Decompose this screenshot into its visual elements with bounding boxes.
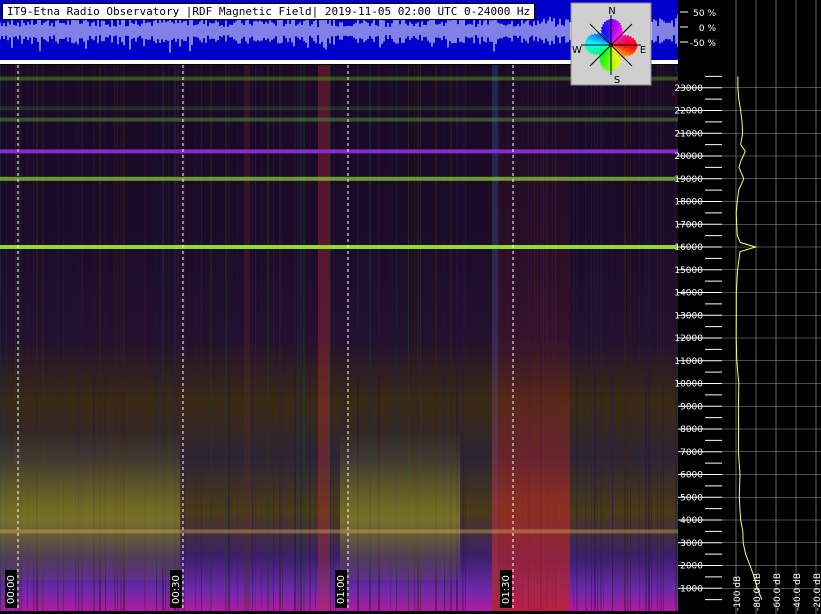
frequency-tick-label: 17000 — [674, 220, 703, 230]
spectrogram-band — [0, 529, 678, 534]
compass-north-label: N — [608, 6, 615, 17]
spectrogram-column — [576, 65, 578, 611]
spectrogram-band — [0, 245, 678, 249]
spectrogram-column — [597, 65, 598, 611]
frequency-tick-label: 20000 — [674, 152, 703, 162]
spectrogram-column — [273, 65, 274, 611]
spectrogram-column — [279, 65, 281, 611]
frequency-tick-label: 7000 — [680, 448, 703, 458]
x-tick-label: 01:00 — [336, 575, 347, 604]
spectrogram-column — [591, 65, 592, 611]
frequency-tick-label: 16000 — [674, 243, 703, 253]
frequency-tick-label: 22000 — [674, 107, 703, 117]
spectrogram-column — [660, 65, 662, 611]
frequency-tick-label: 19000 — [674, 175, 703, 185]
compass-west-label: W — [572, 45, 582, 56]
x-tick-label: 00:00 — [6, 575, 17, 604]
yellow-band-overlay-mid — [340, 430, 460, 580]
spectrogram-column — [297, 65, 299, 611]
amplitude-label-minus50: -50 % — [690, 39, 717, 49]
spectrogram-column — [252, 65, 253, 611]
spectrogram-column — [594, 65, 596, 611]
spectrogram-column — [225, 65, 227, 611]
spectrogram-column — [210, 65, 212, 611]
spectrogram-column — [309, 65, 311, 611]
frequency-tick-label: 4000 — [680, 516, 703, 526]
frequency-tick-label: 6000 — [680, 471, 703, 481]
compass-rose: N S W E — [570, 2, 652, 86]
spectrum-panel-background — [722, 0, 821, 614]
frequency-tick-label: 23000 — [674, 84, 703, 94]
spectrum-db-tick-label: -100 dB — [733, 576, 743, 611]
compass-east-label: E — [640, 45, 646, 56]
yellow-band-overlay-left — [0, 430, 180, 580]
spectrogram-column — [639, 65, 640, 611]
spectrogram-column — [603, 65, 604, 611]
spectrum-db-tick-label: -80.0 dB — [753, 573, 763, 611]
frequency-tick-label: 13000 — [674, 311, 703, 321]
frequency-tick-label: 5000 — [680, 493, 703, 503]
frequency-tick-label: 3000 — [680, 539, 703, 549]
spectrogram-column — [630, 65, 631, 611]
spectrogram-column — [228, 65, 230, 611]
spectrum-db-tick-label: -20.0 dB — [813, 573, 821, 611]
frequency-tick-label: 11000 — [674, 357, 703, 367]
spectrogram-column — [261, 65, 262, 611]
x-tick-label: 00:30 — [171, 575, 182, 604]
spectrogram-column — [195, 65, 196, 611]
spectrogram-column — [645, 65, 647, 611]
spectrogram-column — [300, 65, 302, 611]
chart-title: IT9-Etna Radio Observatory |RDF Magnetic… — [2, 3, 536, 20]
spectrum-db-tick-label: -40.0 dB — [793, 573, 803, 611]
spectrogram-column — [294, 65, 296, 611]
amplitude-label-zero: 0 % — [699, 24, 717, 34]
frequency-tick-label: 9000 — [680, 402, 703, 412]
spectrogram-column — [585, 65, 587, 611]
spectrogram-band — [0, 106, 678, 111]
spectrogram-column — [330, 65, 331, 611]
event-column — [244, 65, 250, 611]
spectrogram-column — [462, 65, 464, 611]
frequency-tick-label: 14000 — [674, 289, 703, 299]
spectrogram-column — [573, 65, 574, 611]
red-event-overlay — [492, 65, 570, 611]
compass-south-label: S — [614, 75, 620, 86]
spectrogram-column — [600, 65, 602, 611]
frequency-tick-label: 8000 — [680, 425, 703, 435]
spectrogram-column — [315, 65, 316, 611]
spectrogram-column — [465, 65, 466, 611]
spectrogram-column — [657, 65, 658, 611]
frequency-tick-label: 12000 — [674, 334, 703, 344]
frequency-tick-label: 10000 — [674, 380, 703, 390]
rdf-spectrogram-chart: 00:00 00:30 01:00 01:30 23000 22000 21000 2000… — [0, 0, 821, 614]
frequency-tick-label: 1000 — [680, 584, 703, 594]
spectrogram-column — [303, 65, 305, 611]
event-column — [318, 65, 330, 611]
spectrogram-column — [627, 65, 628, 611]
frequency-tick-label: 15000 — [674, 266, 703, 276]
spectrogram-band — [0, 149, 678, 154]
x-tick-label: 01:30 — [501, 575, 512, 604]
spectrogram-band — [0, 176, 678, 181]
spectrogram-column — [648, 65, 650, 611]
spectrogram-column — [267, 65, 269, 611]
spectrogram-column — [201, 65, 202, 611]
spectrogram-column — [624, 65, 626, 611]
spectrogram-column — [282, 65, 283, 611]
spectrogram-column — [651, 65, 652, 611]
spectrum-db-tick-label: -60.0 dB — [773, 573, 783, 611]
frequency-tick-label: 18000 — [674, 198, 703, 208]
spectrogram-column — [612, 65, 613, 611]
amplitude-label-plus50: 50 % — [693, 9, 716, 19]
spectrogram-column — [663, 65, 664, 611]
spectrogram-column — [237, 65, 238, 611]
spectrogram-band — [0, 117, 678, 122]
spectrogram-column — [255, 65, 256, 611]
frequency-tick-label: 21000 — [674, 129, 703, 139]
frequency-tick-label: 2000 — [680, 562, 703, 572]
spectrogram-column — [333, 65, 334, 611]
